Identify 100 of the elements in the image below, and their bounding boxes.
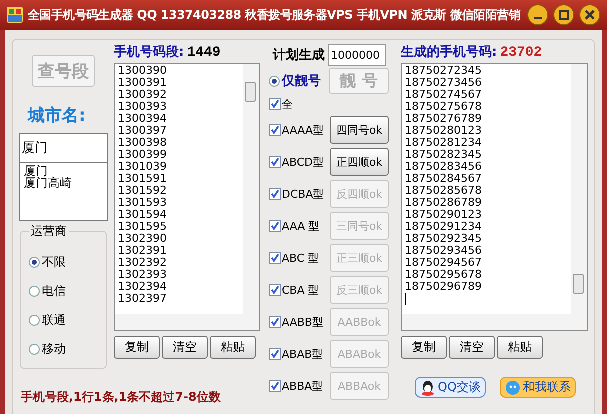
suggestion-item[interactable]: 厦门 <box>24 165 103 177</box>
horizontal-scrollbar[interactable] <box>402 314 571 330</box>
generated-label: 生成的手机号码: <box>401 44 498 61</box>
scroll-thumb[interactable] <box>573 274 584 294</box>
list-item[interactable]: 18750293456 <box>405 245 568 257</box>
list-item[interactable]: 1301591 <box>118 173 240 185</box>
list-item[interactable]: 18750292345 <box>405 233 568 245</box>
window-title: 全国手机号码生成器 QQ 1337403288 秋香拨号服务器VPS 手机VPN 派克斯 微信陌陌营销 <box>28 6 522 24</box>
radio-option[interactable]: 电信 <box>29 283 106 300</box>
list-item[interactable]: 18750284567 <box>405 173 568 185</box>
plan-input[interactable]: 1000000 <box>328 44 386 66</box>
suggestion-item[interactable]: 厦门高崎 <box>24 177 103 189</box>
group-title: 运营商 <box>30 223 68 240</box>
checkmark-icon <box>270 189 280 199</box>
list-item[interactable]: 1302397 <box>118 293 240 305</box>
list-item[interactable]: 18750290123 <box>405 209 568 221</box>
action-button[interactable]: 清空 <box>449 336 495 359</box>
qq-chat-link[interactable]: QQ交谈 <box>415 377 486 398</box>
minimize-button[interactable] <box>527 4 549 26</box>
list-item[interactable]: 1300397 <box>118 125 240 137</box>
action-button[interactable]: 复制 <box>401 336 447 359</box>
list-item[interactable]: 1301593 <box>118 197 240 209</box>
pattern-checkbox[interactable]: AABB型 <box>269 314 330 330</box>
pattern-checkbox[interactable]: ABC 型 <box>269 250 330 266</box>
list-item[interactable]: 1300390 <box>118 65 240 77</box>
list-item[interactable]: 18750291234 <box>405 221 568 233</box>
radio-option[interactable]: 移动 <box>29 341 106 358</box>
checkmark-icon <box>270 221 280 231</box>
action-button[interactable]: 复制 <box>114 336 160 359</box>
list-item[interactable]: 18750282345 <box>405 149 568 161</box>
list-item[interactable]: 1300399 <box>118 149 240 161</box>
close-button[interactable] <box>579 4 601 26</box>
list-item[interactable]: 1300393 <box>118 101 240 113</box>
checkmark-icon <box>270 317 280 327</box>
generated-count: 23702 <box>500 45 542 61</box>
action-button[interactable]: 粘贴 <box>497 336 543 359</box>
city-label: 城市名: <box>28 105 86 127</box>
list-item[interactable]: 18750295678 <box>405 269 568 281</box>
checkmark-icon <box>270 349 280 359</box>
list-item[interactable]: 18750281234 <box>405 137 568 149</box>
list-item[interactable]: 18750275678 <box>405 101 568 113</box>
pattern-checkbox[interactable]: DCBA型 <box>269 186 330 202</box>
action-button[interactable]: 清空 <box>162 336 208 359</box>
list-item[interactable]: 1302390 <box>118 233 240 245</box>
checkmark-icon <box>270 125 280 135</box>
list-item[interactable]: 18750296789 <box>405 281 568 293</box>
list-item[interactable]: 18750294567 <box>405 257 568 269</box>
pattern-checkbox[interactable]: AAAA型 <box>269 122 330 138</box>
list-item[interactable]: 18750280123 <box>405 125 568 137</box>
list-item[interactable]: 1301592 <box>118 185 240 197</box>
list-item[interactable]: 18750285678 <box>405 185 568 197</box>
pattern-checkbox[interactable]: AAA 型 <box>269 218 330 234</box>
segments-list[interactable]: 1300390 1300391 1300392 1300393 1300394 1300397 1300398 1300399 1301039 1301591 1301592 1301593 1301594 1301595 1302390 1302391 1302392 1302393 1302394 1302397 <box>114 63 260 331</box>
hint-text: 手机号段,1行1条,1条不超过7-8位数 <box>21 389 222 406</box>
list-item[interactable]: 18750273456 <box>405 77 568 89</box>
horizontal-scrollbar[interactable] <box>115 314 243 330</box>
action-button[interactable]: 粘贴 <box>210 336 256 359</box>
pattern-button[interactable]: 四同号ok <box>330 116 389 144</box>
list-item[interactable]: 1300392 <box>118 89 240 101</box>
pattern-checkbox[interactable]: 全 <box>269 96 330 112</box>
list-item[interactable]: 1301039 <box>118 161 240 173</box>
vertical-scrollbar[interactable] <box>243 64 259 330</box>
generated-list[interactable] <box>401 63 588 331</box>
checkmark-icon <box>270 285 280 295</box>
segments-label: 手机号码段: <box>114 44 184 61</box>
list-item[interactable]: 18750276789 <box>405 113 568 125</box>
list-item[interactable]: 18750283456 <box>405 161 568 173</box>
list-item[interactable]: 1302394 <box>118 281 240 293</box>
pattern-checkbox[interactable]: ABCD型 <box>269 154 330 170</box>
maximize-button[interactable] <box>553 4 575 26</box>
checkmark-icon <box>270 253 280 263</box>
radio-option[interactable]: 联通 <box>29 312 106 329</box>
pattern-checkbox[interactable]: CBA 型 <box>269 282 330 298</box>
pretty-only-radio[interactable]: 仅靓号 <box>269 72 329 90</box>
scroll-thumb[interactable] <box>245 82 256 102</box>
list-item[interactable]: 1300394 <box>118 113 240 125</box>
list-item[interactable]: 18750286789 <box>405 197 568 209</box>
checkmark-icon <box>270 157 280 167</box>
list-item[interactable]: 1300398 <box>118 137 240 149</box>
vertical-scrollbar[interactable] <box>571 64 587 330</box>
contact-link[interactable]: 和我联系 <box>500 377 576 398</box>
plan-label: 计划生成 <box>273 47 325 64</box>
list-item[interactable]: 18750274567 <box>405 89 568 101</box>
list-item[interactable]: 1301595 <box>118 221 240 233</box>
text-cursor <box>405 293 406 305</box>
city-input[interactable]: 厦门 <box>19 133 108 163</box>
pattern-button[interactable]: 正四顺ok <box>330 148 389 176</box>
radio-option[interactable]: 不限 <box>29 254 106 271</box>
list-item[interactable]: 1302393 <box>118 269 240 281</box>
list-item[interactable]: 1301594 <box>118 209 240 221</box>
pattern-checkbox[interactable]: ABAB型 <box>269 346 330 362</box>
pattern-checkbox[interactable]: ABBA型 <box>269 378 330 394</box>
checkmark-icon <box>270 381 280 391</box>
list-item[interactable]: 1300391 <box>118 77 240 89</box>
list-item[interactable]: 1302392 <box>118 257 240 269</box>
suggestion-list[interactable]: 厦门 厦门高崎 <box>19 163 108 221</box>
list-item[interactable]: 1302391 <box>118 245 240 257</box>
list-item[interactable]: 18750272345 <box>405 65 568 77</box>
smiley-icon <box>504 380 521 396</box>
checkmark-icon <box>270 99 280 109</box>
